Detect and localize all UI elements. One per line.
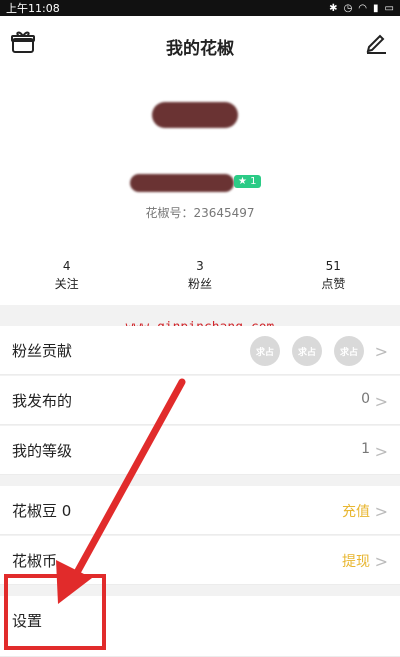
chevron-right-icon: > (374, 442, 388, 461)
status-icons: ✱ ◷ ◠ ▮ ▭ (329, 3, 394, 14)
stat-label: 关注 (54, 277, 79, 291)
row-label: 粉丝贡献 (12, 342, 73, 360)
row-value: 1 (361, 441, 370, 457)
menu-beans[interactable]: 花椒豆 0 充值 > (0, 486, 400, 535)
contributor-slot: 求占 (250, 336, 280, 366)
stat-likes[interactable]: 51 点赞 (267, 239, 400, 305)
bluetooth-icon: ✱ (329, 2, 338, 14)
profile-card: ★ 1 花椒号：23645497 (0, 74, 400, 239)
signal-icon: ▮ (373, 2, 379, 14)
stat-following[interactable]: 4 关注 (0, 239, 133, 305)
stat-label: 粉丝 (187, 277, 212, 291)
level-badge: ★ 1 (234, 175, 261, 188)
edit-icon[interactable] (364, 30, 388, 54)
contributor-slot: 求占 (292, 336, 322, 366)
row-label: 花椒币 (12, 552, 58, 570)
page-title: 我的花椒 (166, 39, 234, 59)
username (130, 174, 234, 192)
chevron-right-icon: > (374, 552, 388, 571)
annotation-highlight-box (4, 574, 106, 650)
stat-label: 点赞 (321, 277, 346, 291)
alarm-icon: ◷ (343, 2, 353, 14)
withdraw-link[interactable]: 提现 (342, 551, 370, 571)
menu-my-posts[interactable]: 我发布的 0 > (0, 376, 400, 425)
row-value: 0 (361, 391, 370, 407)
status-time: 上午11:08 (6, 2, 60, 15)
stat-number: 3 (196, 259, 204, 273)
status-bar: 上午11:08 ✱ ◷ ◠ ▮ ▭ (0, 0, 400, 16)
stat-number: 4 (62, 259, 71, 273)
row-label: 我发布的 (12, 392, 73, 410)
user-id: 花椒号：23645497 (145, 206, 255, 220)
contributor-slot: 求占 (334, 336, 364, 366)
recharge-link[interactable]: 充值 (342, 501, 370, 521)
header: 我的花椒 (0, 16, 400, 74)
battery-icon: ▭ (384, 2, 394, 14)
row-label: 花椒豆 0 (12, 502, 72, 520)
stat-number: 51 (325, 259, 341, 273)
contributor-badges: 求占 求占 求占 (250, 336, 364, 366)
row-label: 我的等级 (12, 442, 73, 460)
chevron-right-icon: > (374, 392, 388, 411)
wifi-icon: ◠ (358, 2, 368, 14)
menu-fans-contribution[interactable]: 粉丝贡献 求占 求占 求占 > (0, 326, 400, 375)
stats-bar: 4 关注 3 粉丝 51 点赞 (0, 239, 400, 305)
menu-my-level[interactable]: 我的等级 1 > (0, 426, 400, 475)
chevron-right-icon: > (374, 502, 388, 521)
chevron-right-icon: > (374, 342, 388, 361)
avatar[interactable] (152, 102, 238, 128)
stat-fans[interactable]: 3 粉丝 (133, 239, 266, 305)
